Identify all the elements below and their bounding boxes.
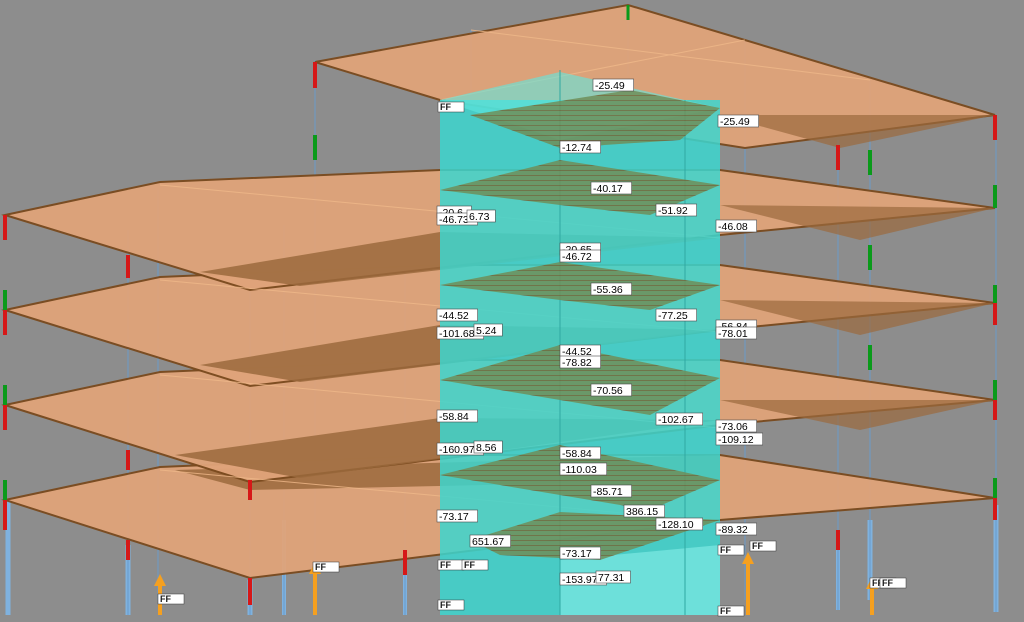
svg-text:-85.71: -85.71: [593, 486, 623, 498]
svg-text:-101.68: -101.68: [439, 328, 475, 340]
svg-text:-25.49: -25.49: [595, 80, 625, 92]
svg-text:77.31: 77.31: [598, 572, 624, 584]
svg-text:-40.17: -40.17: [593, 183, 623, 195]
svg-text:-70.56: -70.56: [593, 385, 623, 397]
result-label: -70.56: [590, 383, 632, 397]
result-label: -46.72: [559, 249, 601, 263]
svg-text:-77.25: -77.25: [658, 310, 688, 322]
support-tag: FF: [879, 577, 907, 589]
svg-text:-78.01: -78.01: [718, 328, 748, 340]
svg-text:-46.08: -46.08: [718, 221, 748, 233]
result-label: 6.73: [466, 209, 496, 223]
structural-model-view[interactable]: -25.49-25.49-12.74-40.17-51.92-20.6-46.7…: [0, 0, 1024, 622]
result-label: -73.17: [559, 546, 601, 560]
svg-text:FF: FF: [720, 606, 731, 616]
result-label: 386.15: [623, 504, 665, 518]
result-label: -110.03: [559, 462, 608, 476]
svg-text:-46.72: -46.72: [562, 251, 592, 263]
result-label: 77.31: [595, 570, 631, 584]
svg-text:FF: FF: [720, 545, 731, 555]
result-label: -46.08: [715, 219, 757, 233]
result-label: -85.71: [590, 484, 632, 498]
result-label: -51.92: [655, 203, 697, 217]
svg-text:-55.36: -55.36: [593, 284, 623, 296]
svg-text:386.15: 386.15: [626, 506, 658, 518]
svg-text:-58.84: -58.84: [439, 411, 469, 423]
support-tag: FF: [749, 540, 777, 552]
svg-text:-109.12: -109.12: [718, 434, 754, 446]
support-tag: FF: [717, 544, 745, 556]
result-label: -109.12: [715, 432, 764, 446]
result-label: -77.25: [655, 308, 697, 322]
result-label: -128.10: [655, 517, 704, 531]
svg-text:-153.97: -153.97: [562, 574, 598, 586]
support-tag: FF: [157, 593, 185, 605]
result-label: -58.84: [559, 446, 601, 460]
result-label: 8.56: [473, 440, 503, 454]
svg-text:FF: FF: [160, 594, 171, 604]
svg-text:-73.17: -73.17: [562, 548, 592, 560]
svg-text:-12.74: -12.74: [562, 142, 592, 154]
svg-text:-46.73: -46.73: [439, 214, 469, 226]
svg-text:8.56: 8.56: [476, 442, 497, 454]
svg-text:651.67: 651.67: [472, 536, 504, 548]
svg-text:FF: FF: [315, 562, 326, 572]
svg-text:-51.92: -51.92: [658, 205, 688, 217]
result-label: -78.01: [715, 326, 757, 340]
svg-text:FF: FF: [464, 560, 475, 570]
svg-text:-160.97: -160.97: [439, 444, 475, 456]
result-label: -40.17: [590, 181, 632, 195]
svg-text:FF: FF: [440, 102, 451, 112]
result-label: 651.67: [469, 534, 511, 548]
support-tag: FF: [461, 559, 489, 571]
result-label: -78.82: [559, 355, 601, 369]
svg-text:-110.03: -110.03: [562, 464, 597, 476]
result-label: -25.49: [592, 78, 634, 92]
result-label: -73.17: [436, 509, 478, 523]
svg-text:-58.84: -58.84: [562, 448, 592, 460]
result-label: -12.74: [559, 140, 601, 154]
svg-text:FF: FF: [440, 560, 451, 570]
svg-text:-44.52: -44.52: [439, 310, 469, 322]
svg-text:-78.82: -78.82: [562, 357, 592, 369]
result-label: -89.32: [715, 522, 757, 536]
result-label: -55.36: [590, 282, 632, 296]
support-tag: FF: [312, 561, 340, 573]
model-viewport[interactable]: -25.49-25.49-12.74-40.17-51.92-20.6-46.7…: [0, 0, 1024, 622]
svg-text:-102.67: -102.67: [658, 414, 694, 426]
svg-text:-128.10: -128.10: [658, 519, 694, 531]
svg-text:6.73: 6.73: [469, 211, 490, 223]
support-tag: FF: [437, 599, 465, 611]
result-label: -44.52: [436, 308, 478, 322]
svg-text:FF: FF: [882, 578, 893, 588]
result-label: -25.49: [717, 114, 759, 128]
svg-text:-89.32: -89.32: [718, 524, 748, 536]
support-tag: FF: [437, 101, 465, 113]
svg-text:5.24: 5.24: [476, 325, 497, 337]
svg-text:FF: FF: [440, 600, 451, 610]
svg-text:FF: FF: [752, 541, 763, 551]
svg-text:-73.17: -73.17: [439, 511, 469, 523]
result-label: -58.84: [436, 409, 478, 423]
svg-text:-73.06: -73.06: [718, 421, 748, 433]
result-label: 5.24: [473, 323, 503, 337]
svg-text:-25.49: -25.49: [720, 116, 750, 128]
result-label: -102.67: [655, 412, 704, 426]
support-tag: FF: [717, 605, 745, 617]
result-label: -73.06: [715, 419, 757, 433]
support-tag: FF: [437, 559, 465, 571]
